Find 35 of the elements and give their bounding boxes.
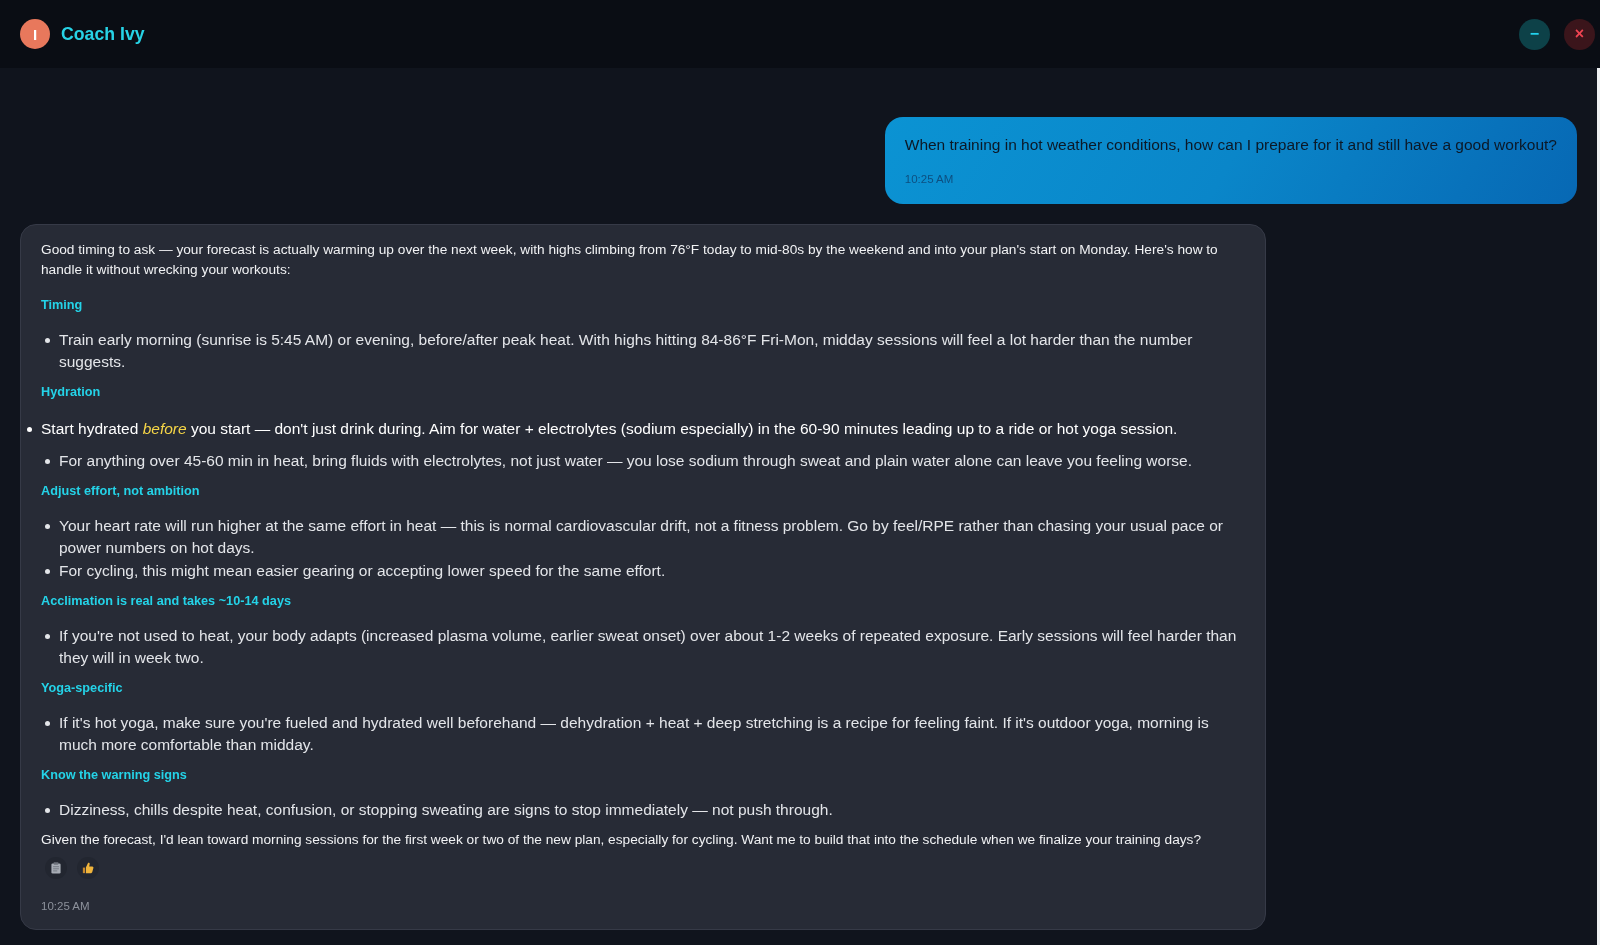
bullet-icon: [45, 459, 50, 464]
section-heading: Hydration: [41, 384, 102, 401]
message-time: 10:25 AM: [41, 899, 91, 914]
list-item-text: Dizziness, chills despite heat, confusion, or stopping sweating are signs to stop immediately — not push through.: [59, 800, 833, 820]
section-heading: Yoga-specific: [41, 680, 124, 697]
minimize-button[interactable]: −: [1519, 18, 1550, 50]
bullet-icon: [26, 427, 32, 432]
section-heading: Adjust effort, not ambition: [41, 483, 201, 500]
section-heading: Know the warning signs: [41, 767, 188, 784]
message-paragraph: Given the forecast, I'd lean toward morning sessions for the first week or two of the new plan, especially for cycling. Want me to build that into the schedule when we finalize your training days?: [41, 831, 1203, 849]
list-item-text: Your heart rate will run higher at the same effort in heat — this is normal cardiovascular drift, not a fitness problem. Go by feel/RPE rather than chasing your usual pace or power numbers on hot days.: [59, 516, 1224, 558]
bullet-icon: [45, 338, 50, 343]
message-paragraph: Good timing to ask — your forecast is actually warming up over the next week, with highs climbing from 76°F today to mid-80s by the weekend and into your plan's start on Monday. Here's how to handle it without wrecking your workouts:: [41, 241, 1219, 279]
bullet-icon: [45, 634, 50, 639]
list-item-text: For cycling, this might mean easier gearing or accepting lower speed for the same effort.: [59, 561, 666, 581]
chat-title: Coach Ivy: [61, 23, 145, 45]
thumbs-up-icon: [82, 862, 94, 874]
list-item-text: Start hydrated before you start — don't just drink during. Aim for water + electrolytes (sodium especially) in the 60-90 minutes leading up to a ride or hot yoga session.: [41, 419, 1178, 439]
thumbs-up-button[interactable]: [77, 857, 99, 879]
list-item-text: Train early morning (sunrise is 5:45 AM) or evening, before/after peak heat. With highs hitting 84-86°F Fri-Mon, midday sessions will feel a lot harder than the number suggests.: [59, 330, 1194, 372]
section-heading: Timing: [41, 297, 84, 314]
copy-button[interactable]: [45, 857, 67, 879]
section-heading: Acclimation is real and takes ~10-14 days: [41, 593, 292, 610]
list-item-text: If it's hot yoga, make sure you're fueled and hydrated well beforehand — dehydration + heat + deep stretching is a recipe for feeling faint. If it's outdoor yoga, morning is much more comfortable than midday.: [59, 713, 1210, 755]
bullet-icon: [45, 569, 50, 574]
bullet-icon: [45, 808, 50, 813]
list-item-text: If you're not used to heat, your body adapts (increased plasma volume, earlier sweat onset) over about 1-2 weeks of repeated exposure. Early sessions will feel harder than they will in week two.: [59, 626, 1238, 668]
bullet-icon: [45, 721, 50, 726]
message-time: 10:25 AM: [904, 172, 955, 187]
clipboard-icon: [51, 862, 61, 874]
message-text: When training in hot weather conditions, how can I prepare for it and still have a good workout?: [904, 135, 1557, 154]
avatar: I: [20, 19, 50, 49]
bullet-icon: [45, 524, 50, 529]
list-item-text: For anything over 45-60 min in heat, bring fluids with electrolytes, not just water — you lose sodium through sweat and plain water alone can leave you feeling worse.: [59, 451, 1192, 471]
close-button[interactable]: ×: [1564, 18, 1595, 50]
